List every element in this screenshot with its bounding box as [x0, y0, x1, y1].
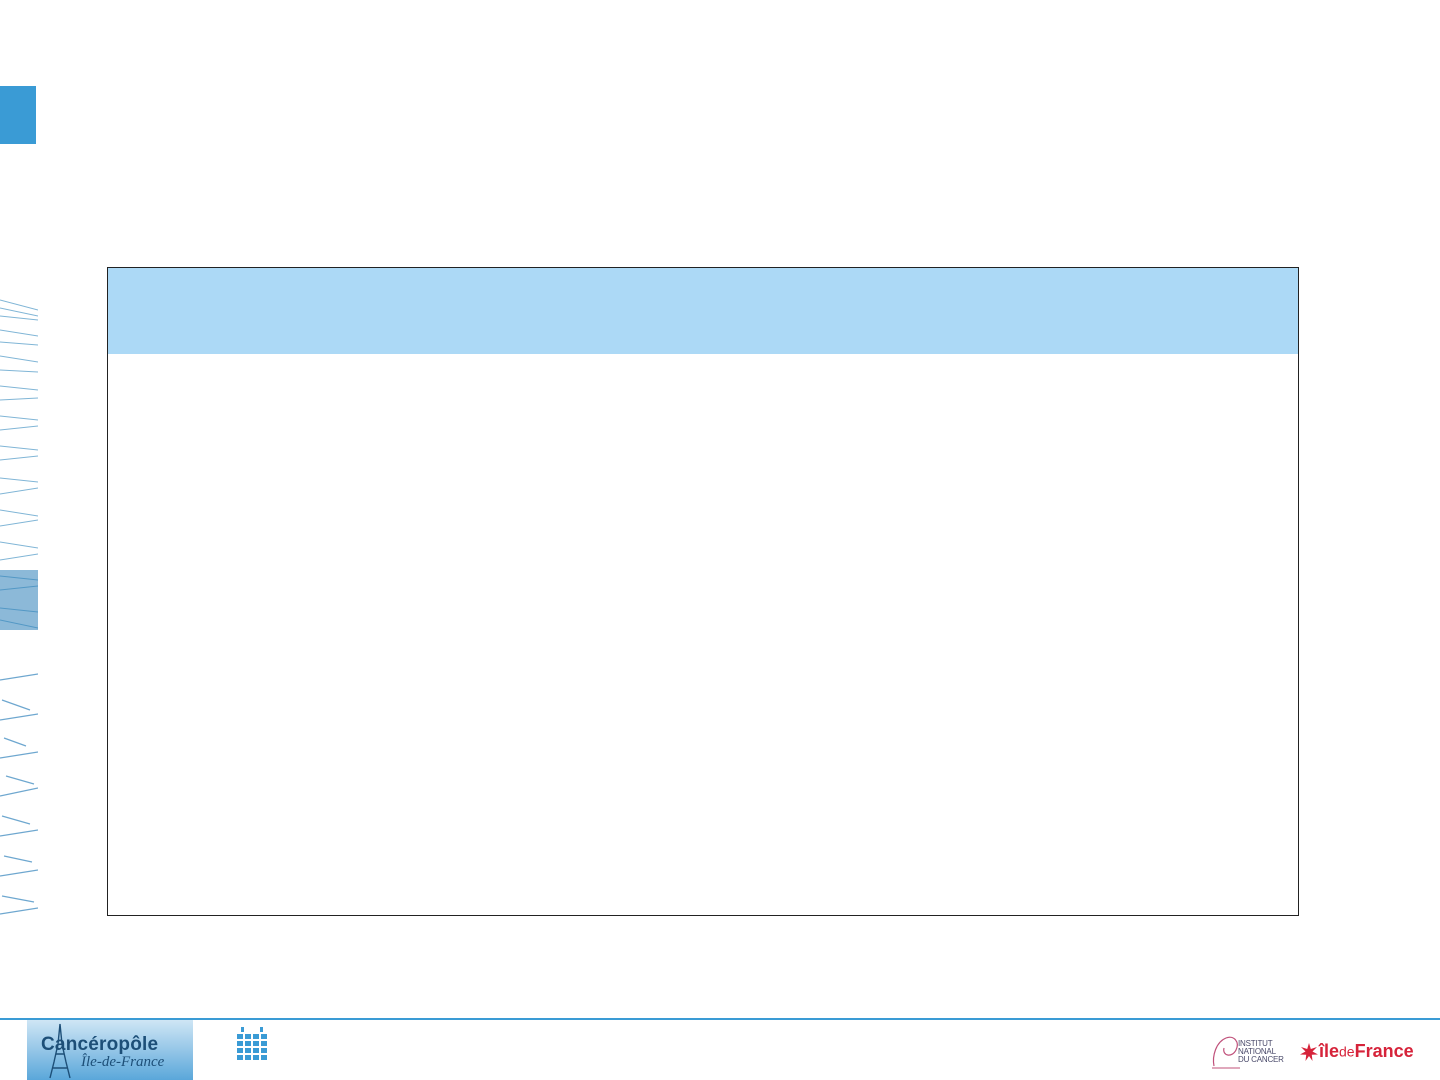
idf-de-text: de	[1339, 1043, 1355, 1060]
idf-ile-text: île	[1319, 1041, 1340, 1061]
logo-main-text: Cancéropôle	[41, 1034, 159, 1055]
inca-line-3: DU CANCER	[1238, 1055, 1284, 1064]
footer-divider	[0, 1018, 1440, 1020]
content-box-header	[108, 268, 1298, 354]
logo-sub-text: Île-de-France	[81, 1054, 165, 1070]
inca-logo-text: INSTITUT NATIONAL DU CANCER	[1238, 1040, 1284, 1064]
accent-square	[0, 86, 36, 144]
star-icon	[1300, 1042, 1318, 1061]
side-decorative-artwork	[0, 299, 38, 915]
ile-de-france-logo: îledeFrance	[1299, 1041, 1414, 1067]
calendar-icon[interactable]	[236, 1027, 268, 1061]
idf-france-text: France	[1354, 1041, 1414, 1061]
canceropole-logo: Cancéropôle Île-de-France	[27, 1020, 193, 1080]
content-box	[107, 267, 1299, 916]
